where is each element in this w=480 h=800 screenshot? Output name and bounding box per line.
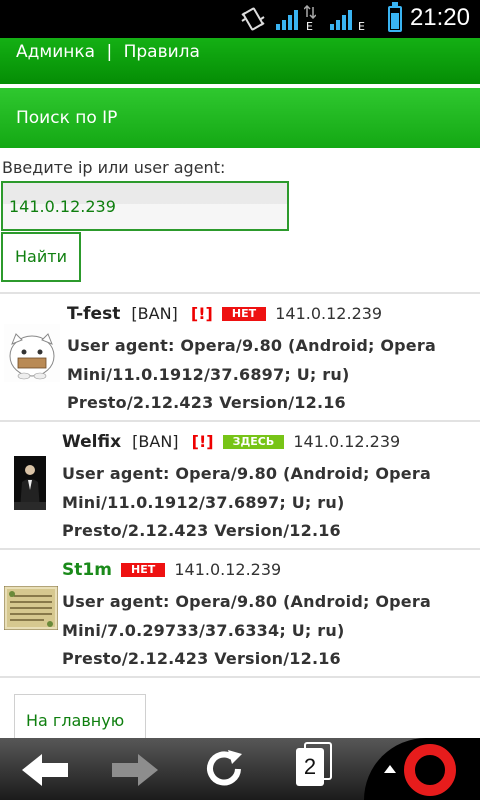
ua-line: Mini/11.0.1912/37.6897; U; ru) xyxy=(62,492,345,512)
signal-type-label: E xyxy=(358,20,365,33)
ip-address: 141.0.12.239 xyxy=(174,560,282,579)
list-item: St1m НЕТ 141.0.12.239 User agent: Opera/… xyxy=(0,548,480,676)
header-bar: Админка | Правила xyxy=(0,38,480,84)
forward-arrow-icon[interactable] xyxy=(110,752,160,792)
search-form: Введите ip или user agent: 141.0.12.239 … xyxy=(0,148,480,292)
signal-icon xyxy=(330,8,352,34)
header-separator: | xyxy=(106,42,113,62)
ua-line: Presto/2.12.423 Version/12.16 xyxy=(62,521,341,540)
rules-link[interactable]: Правила xyxy=(124,42,200,62)
list-item: T-fest [BAN] [!] НЕТ 141.0.12.239 User a… xyxy=(0,292,480,420)
status-badge: НЕТ xyxy=(221,307,267,321)
battery-icon xyxy=(388,2,402,32)
avatar[interactable] xyxy=(4,324,60,382)
status-badge: НЕТ xyxy=(121,563,166,577)
list-item: Welfix [BAN] [!] ЗДЕСЬ 141.0.12.239 User… xyxy=(0,420,480,548)
ua-line: Mini/11.0.1912/37.6897; U; ru) xyxy=(67,364,350,384)
footer: На главную xyxy=(0,676,480,742)
vibrate-icon xyxy=(240,7,266,35)
status-badge: ЗДЕСЬ xyxy=(222,435,285,449)
user-nick[interactable]: Welfix xyxy=(62,432,121,452)
search-button[interactable]: Найти xyxy=(1,232,81,282)
opera-menu-icon xyxy=(404,744,456,796)
back-arrow-icon[interactable] xyxy=(20,752,70,792)
section-title-bar: Поиск по IP xyxy=(0,88,480,148)
ban-tag: [BAN] xyxy=(132,432,179,451)
home-link[interactable]: На главную xyxy=(14,694,146,742)
warning-tag[interactable]: [!] xyxy=(191,304,213,323)
ua-line: Mini/7.0.29733/37.6334; U; ru) xyxy=(62,620,345,640)
results-list: T-fest [BAN] [!] НЕТ 141.0.12.239 User a… xyxy=(0,292,480,676)
avatar[interactable] xyxy=(3,585,59,631)
ua-line: Presto/2.12.423 Version/12.16 xyxy=(62,649,341,668)
entry-header: St1m НЕТ 141.0.12.239 xyxy=(62,560,281,580)
ua-line: User agent: Opera/9.80 (Android; Opera xyxy=(62,464,431,483)
header-links: Админка | Правила xyxy=(16,42,200,62)
ua-line: User agent: Opera/9.80 (Android; Opera xyxy=(62,592,431,611)
avatar[interactable] xyxy=(14,456,46,510)
user-agent-text: User agent: Opera/9.80 (Android; Opera M… xyxy=(67,332,436,418)
ban-tag: [BAN] xyxy=(131,304,178,323)
ip-address: 141.0.12.239 xyxy=(275,304,383,323)
admin-link[interactable]: Админка xyxy=(16,42,95,62)
ua-line: Presto/2.12.423 Version/12.16 xyxy=(67,393,346,412)
menu-up-arrow-icon xyxy=(384,765,396,773)
section-title: Поиск по IP xyxy=(16,108,118,128)
status-bar: E E 21:20 xyxy=(0,0,480,38)
ua-line: User agent: Opera/9.80 (Android; Opera xyxy=(67,336,436,355)
data-arrows-icon xyxy=(303,4,317,23)
search-label: Введите ip или user agent: xyxy=(2,158,226,177)
reload-icon[interactable] xyxy=(202,748,248,794)
search-input[interactable]: 141.0.12.239 xyxy=(1,181,289,231)
tab-count[interactable]: 2 xyxy=(296,748,324,786)
user-agent-text: User agent: Opera/9.80 (Android; Opera M… xyxy=(62,460,431,546)
warning-tag[interactable]: [!] xyxy=(192,432,214,451)
signal-icon xyxy=(276,8,298,34)
user-nick[interactable]: St1m xyxy=(62,560,112,580)
clock: 21:20 xyxy=(409,4,470,31)
user-agent-text: User agent: Opera/9.80 (Android; Opera M… xyxy=(62,588,431,674)
ip-address: 141.0.12.239 xyxy=(293,432,401,451)
user-nick[interactable]: T-fest xyxy=(67,304,120,324)
entry-header: Welfix [BAN] [!] ЗДЕСЬ 141.0.12.239 xyxy=(62,432,400,452)
entry-header: T-fest [BAN] [!] НЕТ 141.0.12.239 xyxy=(67,304,382,324)
